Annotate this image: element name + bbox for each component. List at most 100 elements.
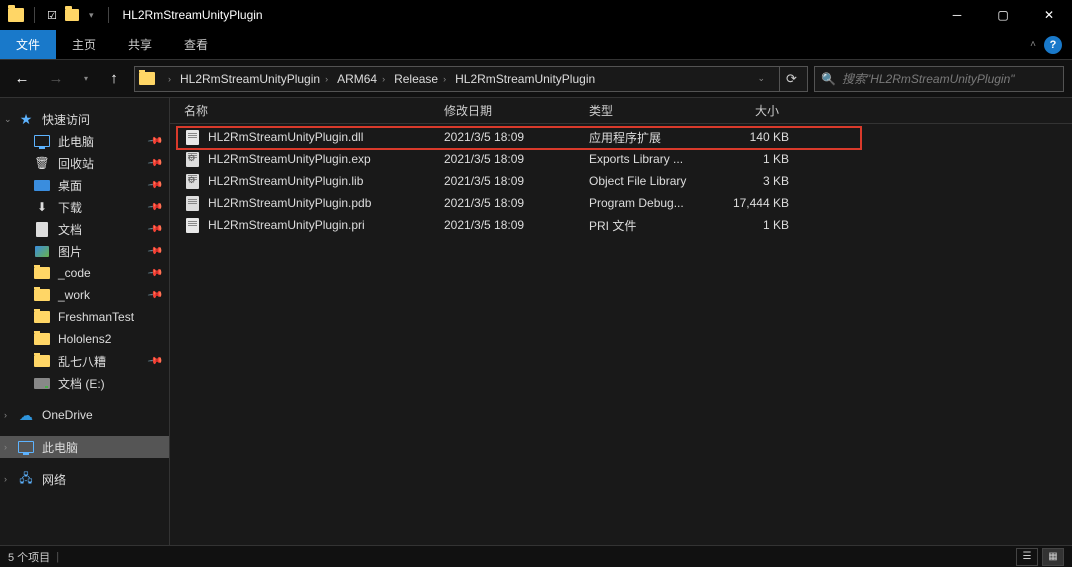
- sidebar-quickaccess[interactable]: ⌄ ★ 快速访问: [0, 108, 169, 130]
- column-date[interactable]: 修改日期: [444, 102, 589, 119]
- sidebar-item[interactable]: 此电脑 📌: [0, 130, 169, 152]
- sidebar-item[interactable]: 文档 (E:): [0, 372, 169, 394]
- network-icon: 🖧: [18, 471, 34, 487]
- qat-newfolder-icon[interactable]: [65, 9, 79, 21]
- file-type: Object File Library: [589, 174, 709, 188]
- view-details-button[interactable]: ☰: [1016, 548, 1038, 566]
- view-large-button[interactable]: ▦: [1042, 548, 1064, 566]
- file-date: 2021/3/5 18:09: [444, 196, 589, 210]
- file-row[interactable]: HL2RmStreamUnityPlugin.pdb2021/3/5 18:09…: [170, 192, 1072, 214]
- expand-icon[interactable]: ⌄: [4, 114, 12, 125]
- img-icon: [34, 243, 50, 259]
- breadcrumb-segment[interactable]: HL2RmStreamUnityPlugin: [453, 72, 597, 86]
- file-icon: [184, 151, 200, 167]
- sidebar-item[interactable]: FreshmanTest: [0, 306, 169, 328]
- app-icon[interactable]: [8, 8, 24, 22]
- file-row[interactable]: HL2RmStreamUnityPlugin.dll2021/3/5 18:09…: [170, 126, 1072, 148]
- file-icon: [184, 129, 200, 145]
- expand-icon[interactable]: ›: [4, 442, 7, 452]
- file-rows: HL2RmStreamUnityPlugin.dll2021/3/5 18:09…: [170, 124, 1072, 240]
- sidebar-item[interactable]: Hololens2: [0, 328, 169, 350]
- sidebar-network[interactable]: › 🖧 网络: [0, 468, 169, 490]
- file-name: HL2RmStreamUnityPlugin.lib: [208, 174, 444, 188]
- file-size: 1 KB: [709, 218, 789, 232]
- folder-icon: [34, 287, 50, 303]
- divider: |: [56, 551, 59, 563]
- tab-share[interactable]: 共享: [112, 30, 168, 59]
- file-name: HL2RmStreamUnityPlugin.pri: [208, 218, 444, 232]
- chevron-right-icon[interactable]: ›: [163, 74, 176, 84]
- sidebar-item-label: 桌面: [58, 177, 82, 194]
- recent-locations-button[interactable]: ▾: [76, 65, 94, 93]
- close-button[interactable]: ✕: [1026, 0, 1072, 30]
- minimize-button[interactable]: ─: [934, 0, 980, 30]
- sidebar-item[interactable]: 桌面📌: [0, 174, 169, 196]
- refresh-button[interactable]: ⟳: [779, 67, 803, 91]
- expand-icon[interactable]: ›: [4, 410, 7, 420]
- qat-properties-icon[interactable]: ☑: [45, 9, 59, 22]
- sidebar-item-label: _work: [58, 288, 90, 302]
- recycle-icon: 🗑: [34, 155, 50, 171]
- sidebar-item-label: 乱七八糟: [58, 353, 106, 370]
- sidebar-onedrive[interactable]: › ☁ OneDrive: [0, 404, 169, 426]
- breadcrumb-segment[interactable]: ARM64›: [335, 72, 392, 86]
- file-size: 3 KB: [709, 174, 789, 188]
- sidebar-item[interactable]: _work📌: [0, 284, 169, 306]
- file-row[interactable]: HL2RmStreamUnityPlugin.pri2021/3/5 18:09…: [170, 214, 1072, 236]
- search-icon: 🔍: [821, 72, 836, 86]
- sidebar-item-label: 此电脑: [58, 133, 94, 150]
- sidebar-thispc[interactable]: › 此电脑: [0, 436, 169, 458]
- download-icon: ⬇: [34, 199, 50, 215]
- search-input[interactable]: 🔍 搜索"HL2RmStreamUnityPlugin": [814, 66, 1064, 92]
- sidebar-item-label: 图片: [58, 243, 82, 260]
- star-icon: ★: [18, 111, 34, 127]
- pin-icon: 📌: [146, 353, 163, 369]
- tab-home[interactable]: 主页: [56, 30, 112, 59]
- tab-view[interactable]: 查看: [168, 30, 224, 59]
- file-row[interactable]: HL2RmStreamUnityPlugin.lib2021/3/5 18:09…: [170, 170, 1072, 192]
- up-button[interactable]: ↑: [100, 65, 128, 93]
- window-controls: ─ ▢ ✕: [934, 0, 1072, 30]
- column-size[interactable]: 大小: [709, 102, 789, 119]
- chevron-right-icon[interactable]: ›: [320, 74, 333, 84]
- sidebar-item-label: _code: [58, 266, 91, 280]
- sidebar-item[interactable]: 图片📌: [0, 240, 169, 262]
- pc-icon: [34, 133, 50, 149]
- sidebar-item[interactable]: 文档📌: [0, 218, 169, 240]
- chevron-right-icon[interactable]: ›: [438, 74, 451, 84]
- chevron-right-icon[interactable]: ›: [377, 74, 390, 84]
- file-type: Exports Library ...: [589, 152, 709, 166]
- file-name: HL2RmStreamUnityPlugin.pdb: [208, 196, 444, 210]
- sidebar-item[interactable]: ⬇下载📌: [0, 196, 169, 218]
- file-row[interactable]: HL2RmStreamUnityPlugin.exp2021/3/5 18:09…: [170, 148, 1072, 170]
- forward-button[interactable]: →: [42, 65, 70, 93]
- address-dropdown-icon[interactable]: ⌄: [749, 73, 773, 84]
- sidebar-item[interactable]: 🗑回收站📌: [0, 152, 169, 174]
- sidebar-item-label: 下载: [58, 199, 82, 216]
- file-type: Program Debug...: [589, 196, 709, 210]
- file-type: PRI 文件: [589, 217, 709, 234]
- sidebar-item-label: FreshmanTest: [58, 310, 134, 324]
- qat-customize-icon[interactable]: ▾: [85, 10, 98, 21]
- file-size: 1 KB: [709, 152, 789, 166]
- expand-icon[interactable]: ›: [4, 474, 7, 484]
- breadcrumb-segment[interactable]: HL2RmStreamUnityPlugin›: [178, 72, 335, 86]
- cloud-icon: ☁: [18, 407, 34, 423]
- column-name[interactable]: 名称: [184, 102, 444, 119]
- status-bar: 5 个项目 | ☰ ▦: [0, 545, 1072, 567]
- address-bar[interactable]: › HL2RmStreamUnityPlugin› ARM64› Release…: [134, 66, 808, 92]
- help-icon[interactable]: ?: [1044, 36, 1062, 54]
- maximize-button[interactable]: ▢: [980, 0, 1026, 30]
- sidebar-item-label: Hololens2: [58, 332, 111, 346]
- sidebar-item[interactable]: _code📌: [0, 262, 169, 284]
- column-type[interactable]: 类型: [589, 102, 709, 119]
- back-button[interactable]: ←: [8, 65, 36, 93]
- breadcrumb-segment[interactable]: Release›: [392, 72, 453, 86]
- tab-file[interactable]: 文件: [0, 30, 56, 59]
- pin-icon: 📌: [146, 221, 163, 237]
- sidebar-item[interactable]: 乱七八糟 📌: [0, 350, 169, 372]
- desktop-icon: [34, 177, 50, 193]
- ribbon-collapse-icon[interactable]: ˄: [1030, 39, 1036, 50]
- pin-icon: 📌: [146, 133, 163, 149]
- file-icon: [184, 217, 200, 233]
